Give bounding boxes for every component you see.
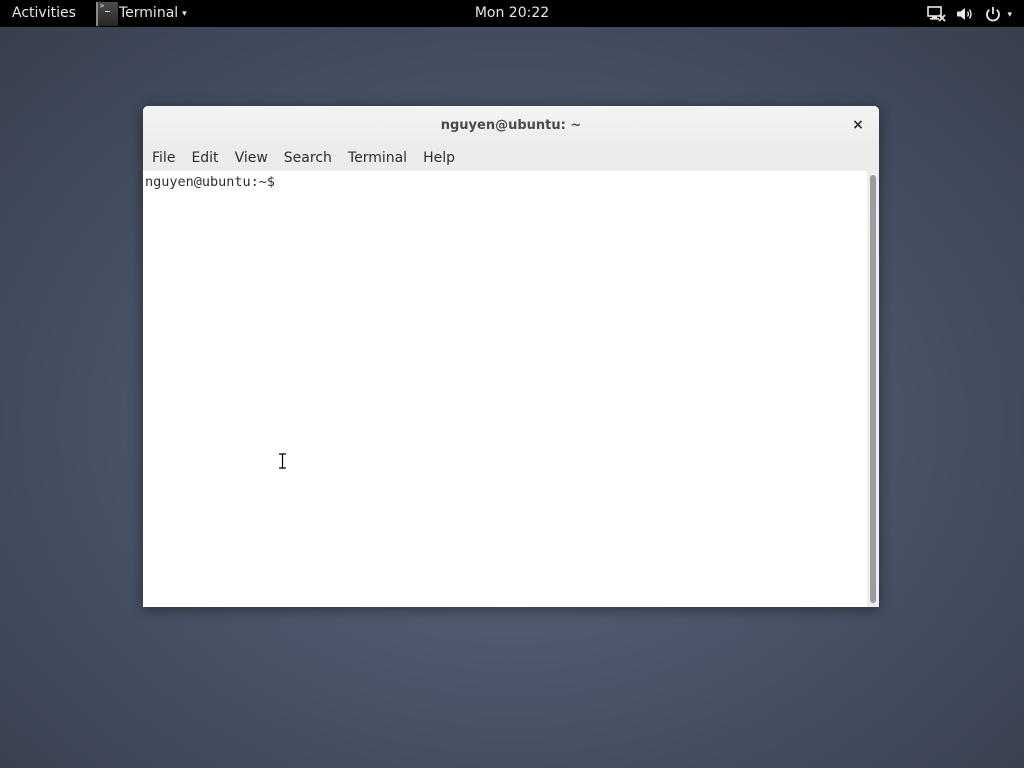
system-tray[interactable]: ▾ — [919, 0, 1012, 27]
menu-bar: File Edit View Search Terminal Help — [143, 146, 879, 171]
menu-help[interactable]: Help — [415, 146, 463, 171]
shell-prompt: nguyen@ubuntu:~$ — [145, 174, 276, 190]
chevron-down-icon: ▾ — [1007, 9, 1012, 20]
menu-view[interactable]: View — [227, 146, 276, 171]
volume-icon[interactable] — [955, 5, 975, 23]
menu-file[interactable]: File — [143, 146, 183, 171]
network-icon[interactable] — [927, 5, 947, 23]
power-icon[interactable] — [983, 5, 1003, 23]
menu-search[interactable]: Search — [276, 146, 340, 171]
top-panel: Activities > Terminal ▾ Mon 20:22 ▾ — [0, 0, 1024, 27]
menu-terminal[interactable]: Terminal — [340, 146, 415, 171]
text-cursor-icon — [278, 452, 287, 470]
clock-button[interactable]: Mon 20:22 — [0, 5, 1024, 22]
scrollbar[interactable] — [867, 171, 879, 607]
terminal-output[interactable]: nguyen@ubuntu:~$ — [143, 171, 867, 607]
menu-edit[interactable]: Edit — [183, 146, 226, 171]
window-title: nguyen@ubuntu: ~ — [440, 118, 582, 133]
terminal-window: nguyen@ubuntu: ~ × File Edit View Search… — [143, 106, 879, 607]
close-icon[interactable]: × — [849, 116, 867, 134]
window-titlebar[interactable]: nguyen@ubuntu: ~ × — [143, 106, 879, 146]
scrollbar-thumb[interactable] — [870, 175, 876, 603]
